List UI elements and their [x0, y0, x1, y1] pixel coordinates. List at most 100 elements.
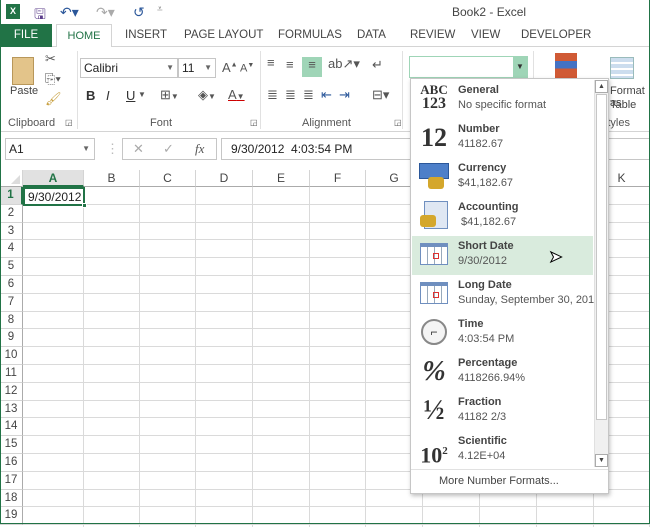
- paste-button[interactable]: Paste: [10, 85, 38, 97]
- paste-icon[interactable]: [12, 57, 34, 85]
- row-header[interactable]: 4: [0, 240, 23, 259]
- row-header[interactable]: 2: [0, 204, 23, 223]
- row-header[interactable]: 5: [0, 258, 23, 276]
- column-header-e[interactable]: E: [253, 170, 310, 187]
- number-format-select[interactable]: ▼: [409, 56, 528, 78]
- formula-value: 9/30/2012 4:03:54 PM: [231, 142, 353, 156]
- column-header-c[interactable]: C: [140, 170, 196, 187]
- row-header[interactable]: 1: [0, 187, 23, 205]
- column-header-a[interactable]: A: [23, 170, 84, 187]
- tab-view[interactable]: VIEW: [471, 29, 500, 41]
- wrap-text-icon[interactable]: ↵: [372, 57, 383, 73]
- format-example: No specific format: [458, 99, 547, 111]
- font-size-select[interactable]: 11 ▼: [178, 58, 216, 78]
- row-header[interactable]: 18: [0, 489, 23, 508]
- tab-page-layout[interactable]: PAGE LAYOUT: [184, 29, 263, 41]
- scroll-up-icon[interactable]: ▲: [595, 80, 608, 93]
- refresh-icon[interactable]: ↺: [133, 4, 145, 21]
- chevron-down-icon[interactable]: ▼: [513, 57, 527, 77]
- select-all-button[interactable]: [0, 170, 23, 187]
- row-header[interactable]: 3: [0, 222, 23, 241]
- row-header[interactable]: 14: [0, 418, 23, 437]
- row-header[interactable]: 8: [0, 311, 23, 330]
- tab-data[interactable]: DATA: [357, 29, 386, 41]
- format-painter-icon[interactable]: 🖌: [45, 91, 62, 107]
- row-header[interactable]: 19: [0, 507, 23, 526]
- decrease-indent-icon[interactable]: ⇤: [321, 87, 332, 103]
- format-option-currency[interactable]: Currency $41,182.67: [412, 158, 593, 197]
- tab-developer[interactable]: DEVELOPER: [521, 29, 591, 41]
- align-left-icon[interactable]: ≣: [267, 87, 278, 103]
- row-header[interactable]: 16: [0, 454, 23, 472]
- row-header[interactable]: 10: [0, 347, 23, 365]
- bottom-align-icon[interactable]: ≡: [302, 57, 322, 77]
- currency-format-icon: [416, 161, 452, 193]
- column-header-b[interactable]: B: [84, 170, 140, 187]
- column-header-d[interactable]: D: [196, 170, 253, 187]
- dialog-launcher-icon[interactable]: ◲: [394, 118, 402, 127]
- top-align-icon[interactable]: ≡: [267, 55, 275, 70]
- row-header[interactable]: 6: [0, 276, 23, 294]
- tab-formulas[interactable]: FORMULAS: [278, 29, 342, 41]
- format-option-time[interactable]: ⌐ Time 4:03:54 PM: [412, 314, 593, 353]
- dialog-launcher-icon[interactable]: ◲: [65, 118, 73, 127]
- row-header[interactable]: 11: [0, 365, 23, 383]
- format-option-percentage[interactable]: % Percentage 4118266.94%: [412, 353, 593, 392]
- undo-icon[interactable]: ↶▾: [60, 4, 79, 21]
- font-color-icon[interactable]: A▼: [228, 87, 245, 102]
- column-header-f[interactable]: F: [310, 170, 366, 187]
- underline-dropdown-icon[interactable]: ▼: [138, 90, 146, 99]
- fill-handle[interactable]: [82, 203, 87, 208]
- fill-color-icon[interactable]: ◈▼: [198, 87, 216, 103]
- format-option-scientific[interactable]: 102 Scientific 4.12E+04: [412, 431, 593, 470]
- tab-home[interactable]: HOME: [56, 24, 112, 48]
- center-icon[interactable]: ≣: [285, 87, 296, 103]
- redo-icon[interactable]: ↷▾: [96, 4, 115, 21]
- tab-insert[interactable]: INSERT: [125, 29, 167, 41]
- row-header[interactable]: 13: [0, 400, 23, 419]
- more-number-formats-link[interactable]: More Number Formats...: [439, 475, 559, 487]
- copy-icon[interactable]: ⎘▾: [45, 71, 61, 87]
- merge-center-icon[interactable]: ⊟▾: [372, 87, 389, 103]
- enter-icon[interactable]: ✓: [163, 141, 174, 157]
- format-option-fraction[interactable]: ½ Fraction 41182 2/3: [412, 392, 593, 431]
- format-option-short-date[interactable]: Short Date 9/30/2012: [412, 236, 593, 275]
- middle-align-icon[interactable]: ≡: [286, 57, 294, 72]
- row-header[interactable]: 12: [0, 382, 23, 401]
- underline-button[interactable]: U: [126, 88, 135, 103]
- insert-function-icon[interactable]: fx: [195, 141, 204, 157]
- increase-font-icon[interactable]: A▲: [222, 60, 238, 75]
- cut-icon[interactable]: ✂: [45, 51, 56, 67]
- scrollbar[interactable]: ▲ ▼: [594, 80, 608, 467]
- format-option-general[interactable]: ABC 123 General No specific format: [412, 80, 593, 119]
- increase-indent-icon[interactable]: ⇥: [339, 87, 350, 103]
- format-option-number[interactable]: 12 Number 41182.67: [412, 119, 593, 158]
- row-header[interactable]: 7: [0, 293, 23, 312]
- orientation-icon[interactable]: ab↗▾: [328, 56, 360, 72]
- tab-file[interactable]: FILE: [0, 24, 52, 47]
- format-as-table-icon[interactable]: [610, 57, 634, 79]
- bold-button[interactable]: B: [86, 88, 95, 103]
- scrollbar-thumb[interactable]: [596, 94, 607, 420]
- format-option-long-date[interactable]: Long Date Sunday, September 30, 2012: [412, 275, 600, 314]
- dialog-launcher-icon[interactable]: ◲: [250, 118, 258, 127]
- cell-a1[interactable]: 9/30/2012: [23, 187, 85, 206]
- row-header[interactable]: 15: [0, 436, 23, 454]
- conditional-formatting-icon[interactable]: [555, 53, 577, 79]
- cancel-icon[interactable]: ✕: [133, 141, 144, 157]
- name-box-value: A1: [9, 142, 24, 156]
- scroll-down-icon[interactable]: ▼: [595, 454, 608, 467]
- row-header[interactable]: 17: [0, 471, 23, 490]
- row-header[interactable]: 9: [0, 329, 23, 348]
- format-example: 4:03:54 PM: [458, 333, 515, 345]
- format-option-accounting[interactable]: Accounting $41,182.67: [412, 197, 593, 236]
- excel-logo-icon: X: [6, 4, 20, 19]
- customize-qat-icon[interactable]: ⩡: [157, 4, 163, 15]
- font-name-select[interactable]: Calibri ▼: [80, 58, 178, 78]
- italic-button[interactable]: I: [106, 88, 110, 103]
- align-right-icon[interactable]: ≣: [303, 87, 314, 103]
- borders-icon[interactable]: ⊞▼: [160, 87, 179, 103]
- name-box[interactable]: A1 ▼: [5, 138, 95, 160]
- decrease-font-icon[interactable]: A▼: [240, 62, 254, 75]
- tab-review[interactable]: REVIEW: [410, 29, 455, 41]
